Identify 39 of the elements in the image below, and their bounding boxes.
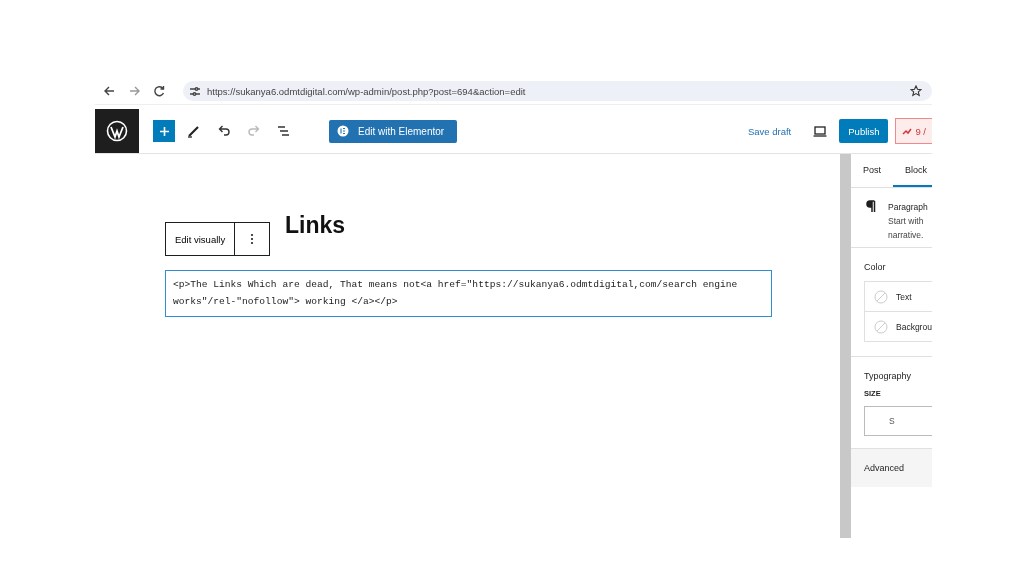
sidebar-tab[interactable]: Block bbox=[893, 154, 932, 187]
code-line: <p>The Links Which are dead, That means not<a href="https://sukanya6.odmtdigital,com/search engine bbox=[173, 278, 739, 292]
address-bar[interactable]: https://sukanya6.odmtdigital.com/wp-admin/post.php?post=694&action=edit bbox=[183, 81, 932, 101]
post-title[interactable]: Links bbox=[285, 212, 840, 248]
laptop-icon[interactable] bbox=[813, 125, 828, 137]
save-draft-link[interactable]: Save draft bbox=[747, 125, 792, 137]
score-badge[interactable]: 9 / bbox=[895, 118, 932, 144]
logo-icon bbox=[106, 120, 128, 142]
undo-icon[interactable] bbox=[217, 124, 231, 138]
section-heading: Color bbox=[864, 262, 887, 272]
more-icon bbox=[250, 233, 255, 245]
sidebar-tab[interactable]: Post bbox=[851, 154, 893, 187]
elementor-icon bbox=[337, 125, 349, 137]
block-name: Paragraph bbox=[888, 201, 928, 214]
advanced-panel[interactable]: Advanced bbox=[851, 449, 932, 487]
elementor-button[interactable]: Edit with Elementor bbox=[329, 119, 458, 143]
pen-icon[interactable] bbox=[187, 124, 201, 138]
chart-icon bbox=[902, 127, 913, 135]
color-option[interactable]: Backgrou bbox=[864, 311, 932, 342]
site-settings-icon[interactable] bbox=[189, 85, 201, 97]
star-icon[interactable] bbox=[910, 85, 922, 97]
block-description: narrative. bbox=[888, 229, 925, 242]
wordpress-logo[interactable] bbox=[95, 109, 139, 153]
html-block-editor[interactable]: <p>The Links Which are dead, That means not<a href="https://sukanya6.odmtdigital,com/search engine works"/rel-"nofollow"> working </a></p> bbox=[165, 270, 772, 317]
list-view-icon[interactable] bbox=[277, 124, 291, 138]
back-icon[interactable] bbox=[103, 85, 116, 97]
plus-icon bbox=[158, 125, 170, 137]
color-option[interactable]: Text bbox=[864, 281, 932, 312]
size-field[interactable]: S bbox=[864, 406, 932, 436]
forward-icon[interactable] bbox=[128, 85, 141, 97]
publish-button[interactable]: Publish bbox=[839, 119, 889, 143]
reload-icon[interactable] bbox=[153, 85, 165, 97]
code-line: works"/rel-"nofollow"> working </a></p> bbox=[173, 295, 399, 309]
empty-swatch-icon bbox=[874, 319, 888, 334]
add-block-button[interactable] bbox=[153, 120, 175, 142]
block-description: Start with bbox=[888, 215, 925, 228]
section-heading: Typography bbox=[864, 371, 913, 381]
empty-swatch-icon bbox=[874, 289, 888, 304]
paragraph-icon bbox=[865, 200, 876, 212]
